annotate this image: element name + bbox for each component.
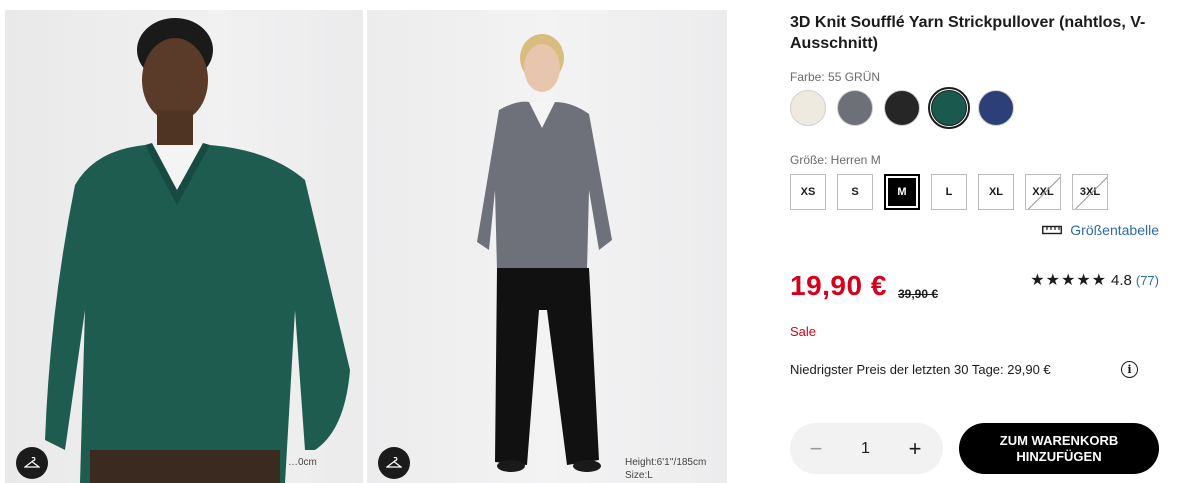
increase-quantity-button[interactable]: +	[905, 437, 925, 460]
rating-stars: ★★★★★	[1030, 272, 1108, 289]
model-height-text: Height:6'1''/185cm	[625, 457, 707, 468]
hanger-icon[interactable]	[16, 447, 48, 479]
hanger-icon[interactable]	[378, 447, 410, 479]
size-option-m[interactable]: M	[884, 174, 920, 210]
size-option-label: L	[945, 186, 953, 198]
size-option-s[interactable]: S	[837, 174, 873, 210]
size-options: XS S M L XL XXL 3XL	[790, 174, 1108, 210]
color-swatches	[790, 87, 1014, 129]
sale-label: Sale	[790, 324, 817, 339]
lowest-price-note: Niedrigster Preis der letzten 30 Tage: 2…	[790, 362, 1051, 377]
color-label: Farbe: 55 GRÜN	[790, 70, 881, 84]
model-size-text: …0cm	[288, 457, 317, 468]
color-swatch-white[interactable]	[790, 90, 826, 126]
color-swatch-black[interactable]	[884, 90, 920, 126]
add-to-cart-button[interactable]: ZUM WARENKORB HINZUFÜGEN	[959, 423, 1159, 474]
product-title: 3D Knit Soufflé Yarn Strickpullover (nah…	[790, 14, 1146, 52]
rating[interactable]: ★★★★★ 4.8 (77)	[1030, 270, 1159, 290]
size-chart-label: Größentabelle	[1070, 222, 1159, 238]
size-option-l[interactable]: L	[931, 174, 967, 210]
size-option-xl[interactable]: XL	[978, 174, 1014, 210]
quantity-stepper: − 1 +	[790, 423, 943, 474]
color-swatch-green[interactable]	[928, 87, 970, 129]
size-option-3xl[interactable]: 3XL	[1072, 174, 1108, 210]
size-option-label: S	[851, 186, 859, 198]
size-option-label: XL	[988, 186, 1004, 198]
size-option-xs[interactable]: XS	[790, 174, 826, 210]
model-size-text: Size:L	[625, 470, 653, 481]
size-option-label: 3XL	[1079, 186, 1101, 198]
rating-count-link[interactable]: (77)	[1136, 273, 1159, 288]
size-option-label: XXL	[1032, 186, 1054, 198]
size-option-label: M	[897, 186, 907, 198]
color-swatch-navy[interactable]	[978, 90, 1014, 126]
current-price: 19,90 €	[790, 270, 887, 301]
size-option-xxl[interactable]: XXL	[1025, 174, 1061, 210]
product-photo-front[interactable]: …0cm	[5, 10, 363, 483]
info-icon[interactable]: i	[1121, 361, 1138, 378]
model-gray-sweater-image	[477, 34, 612, 472]
model-green-sweater-image	[45, 18, 350, 483]
product-page: …0cm Height:6'1''/185cm Size:L 3D Knit S…	[0, 0, 1200, 483]
color-swatch-gray[interactable]	[837, 90, 873, 126]
ruler-icon	[1042, 225, 1063, 235]
original-price: 39,90 €	[898, 287, 939, 301]
size-option-label: XS	[800, 186, 816, 198]
quantity-value[interactable]: 1	[861, 440, 870, 458]
decrease-quantity-button[interactable]: −	[806, 437, 826, 460]
size-chart-link[interactable]: Größentabelle	[1042, 222, 1159, 238]
product-photo-full[interactable]: Height:6'1''/185cm Size:L	[367, 10, 727, 483]
size-label: Größe: Herren M	[790, 153, 881, 167]
rating-value: 4.8	[1111, 271, 1132, 289]
